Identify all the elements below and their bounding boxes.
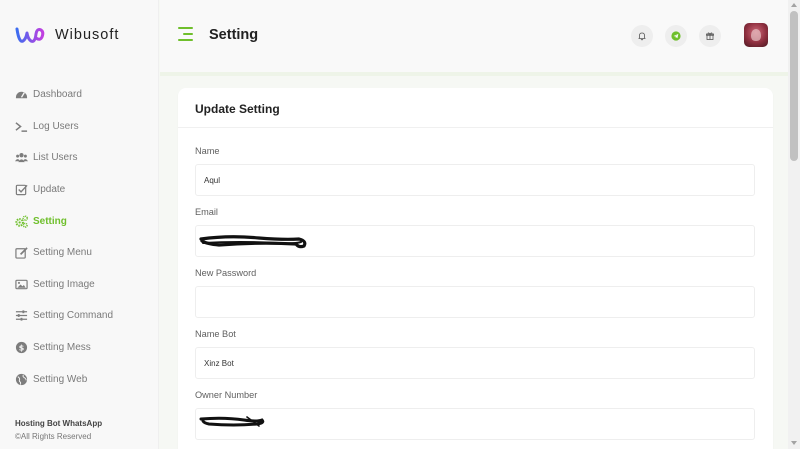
sidebar-item-label: Setting Mess xyxy=(33,342,91,354)
sidebar-item-setting-image[interactable]: Setting Image xyxy=(0,269,159,301)
edit-icon xyxy=(15,246,28,259)
dollar-circle-icon: $ xyxy=(15,341,28,354)
brand[interactable]: Wibusoft xyxy=(15,24,119,46)
new-password-input[interactable] xyxy=(195,286,755,318)
header-divider xyxy=(160,72,788,76)
footer-copyright: ©All Rights Reserved xyxy=(15,432,92,441)
page-scrollbar[interactable] xyxy=(788,0,800,449)
sidebar-item-update[interactable]: Update xyxy=(0,174,159,206)
telegram-button[interactable] xyxy=(665,25,687,47)
sidebar-item-setting-web[interactable]: Setting Web xyxy=(0,363,159,395)
card-divider xyxy=(178,127,773,128)
top-header: Setting xyxy=(160,0,788,72)
name-input[interactable] xyxy=(195,164,755,196)
name-bot-label: Name Bot xyxy=(195,329,236,339)
brand-name: Wibusoft xyxy=(55,27,120,43)
terminal-icon xyxy=(15,120,28,133)
redaction-scribble-owner-number xyxy=(199,416,265,427)
image-icon xyxy=(15,278,28,291)
card-title: Update Setting xyxy=(195,102,280,116)
telegram-icon xyxy=(671,31,681,41)
update-setting-card: Update Setting Name Email New Password N… xyxy=(178,88,773,449)
name-label: Name xyxy=(195,146,220,156)
sidebar-item-label: Setting Image xyxy=(33,278,95,290)
svg-text:$: $ xyxy=(19,343,24,352)
menu-toggle-icon[interactable] xyxy=(178,27,193,42)
sidebar-item-label: Setting Web xyxy=(33,373,88,385)
sidebar-item-label: Setting xyxy=(33,215,67,227)
sidebar-item-label: Dashboard xyxy=(33,89,82,101)
sidebar-item-list-users[interactable]: List Users xyxy=(0,142,159,174)
sidebar-item-label: Log Users xyxy=(33,120,79,132)
new-password-label: New Password xyxy=(195,268,257,278)
sidebar-item-label: Setting Menu xyxy=(33,247,92,259)
gift-button[interactable] xyxy=(699,25,721,47)
gift-icon xyxy=(706,32,714,40)
sliders-icon xyxy=(15,309,28,322)
sidebar-item-setting-command[interactable]: Setting Command xyxy=(0,300,159,332)
notification-bell-button[interactable] xyxy=(631,25,653,47)
sidebar-footer: Hosting Bot WhatsApp ©All Rights Reserve… xyxy=(15,419,102,441)
dashboard-icon xyxy=(15,88,28,101)
sidebar-item-label: Update xyxy=(33,184,66,196)
users-icon xyxy=(15,151,28,164)
globe-icon xyxy=(15,373,28,386)
check-square-icon xyxy=(15,183,28,196)
sidebar-item-label: Setting Command xyxy=(33,310,114,322)
footer-title: Hosting Bot WhatsApp xyxy=(15,419,103,428)
sidebar-item-log-users[interactable]: Log Users xyxy=(0,111,159,143)
user-avatar[interactable] xyxy=(744,23,768,47)
sidebar-item-setting[interactable]: Setting xyxy=(0,205,159,237)
sidebar-nav: Dashboard Log Users List Users Update Se… xyxy=(0,79,159,395)
scroll-thumb[interactable] xyxy=(790,11,798,161)
sidebar-item-setting-mess[interactable]: $ Setting Mess xyxy=(0,332,159,364)
owner-number-input[interactable] xyxy=(195,408,755,440)
scroll-up-arrow-icon[interactable] xyxy=(791,3,797,7)
name-bot-input[interactable] xyxy=(195,347,755,379)
sidebar-item-setting-menu[interactable]: Setting Menu xyxy=(0,237,159,269)
email-label: Email xyxy=(195,207,218,217)
page-title: Setting xyxy=(209,27,259,43)
sidebar: Wibusoft Dashboard Log Users List Users … xyxy=(0,0,159,449)
sidebar-item-dashboard[interactable]: Dashboard xyxy=(0,79,159,111)
owner-number-label: Owner Number xyxy=(195,390,258,400)
scroll-down-arrow-icon[interactable] xyxy=(791,441,797,445)
cogs-icon xyxy=(15,215,28,228)
wibusoft-logo-icon xyxy=(15,27,45,43)
sidebar-item-label: List Users xyxy=(33,152,78,164)
bell-icon xyxy=(638,32,646,41)
redaction-scribble-email xyxy=(199,235,307,249)
